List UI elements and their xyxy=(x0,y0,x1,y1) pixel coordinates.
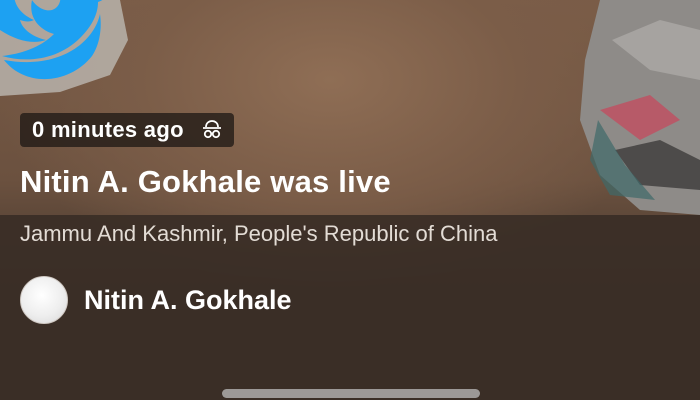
author-name[interactable]: Nitin A. Gokhale xyxy=(84,285,292,316)
author-row[interactable]: Nitin A. Gokhale xyxy=(20,275,292,325)
incognito-icon[interactable] xyxy=(200,118,224,142)
live-broadcast-screen: 0 minutes ago Nitin A. Gokhale was live … xyxy=(0,0,700,400)
twitter-bird-icon xyxy=(0,0,103,80)
time-ago-label: 0 minutes ago xyxy=(32,117,184,142)
time-ago-badge: 0 minutes ago xyxy=(20,113,234,147)
author-avatar[interactable] xyxy=(20,276,68,324)
home-indicator[interactable] xyxy=(222,389,480,398)
broadcast-location: Jammu And Kashmir, People's Republic of … xyxy=(20,221,498,246)
broadcast-title[interactable]: Nitin A. Gokhale was live xyxy=(20,164,391,200)
